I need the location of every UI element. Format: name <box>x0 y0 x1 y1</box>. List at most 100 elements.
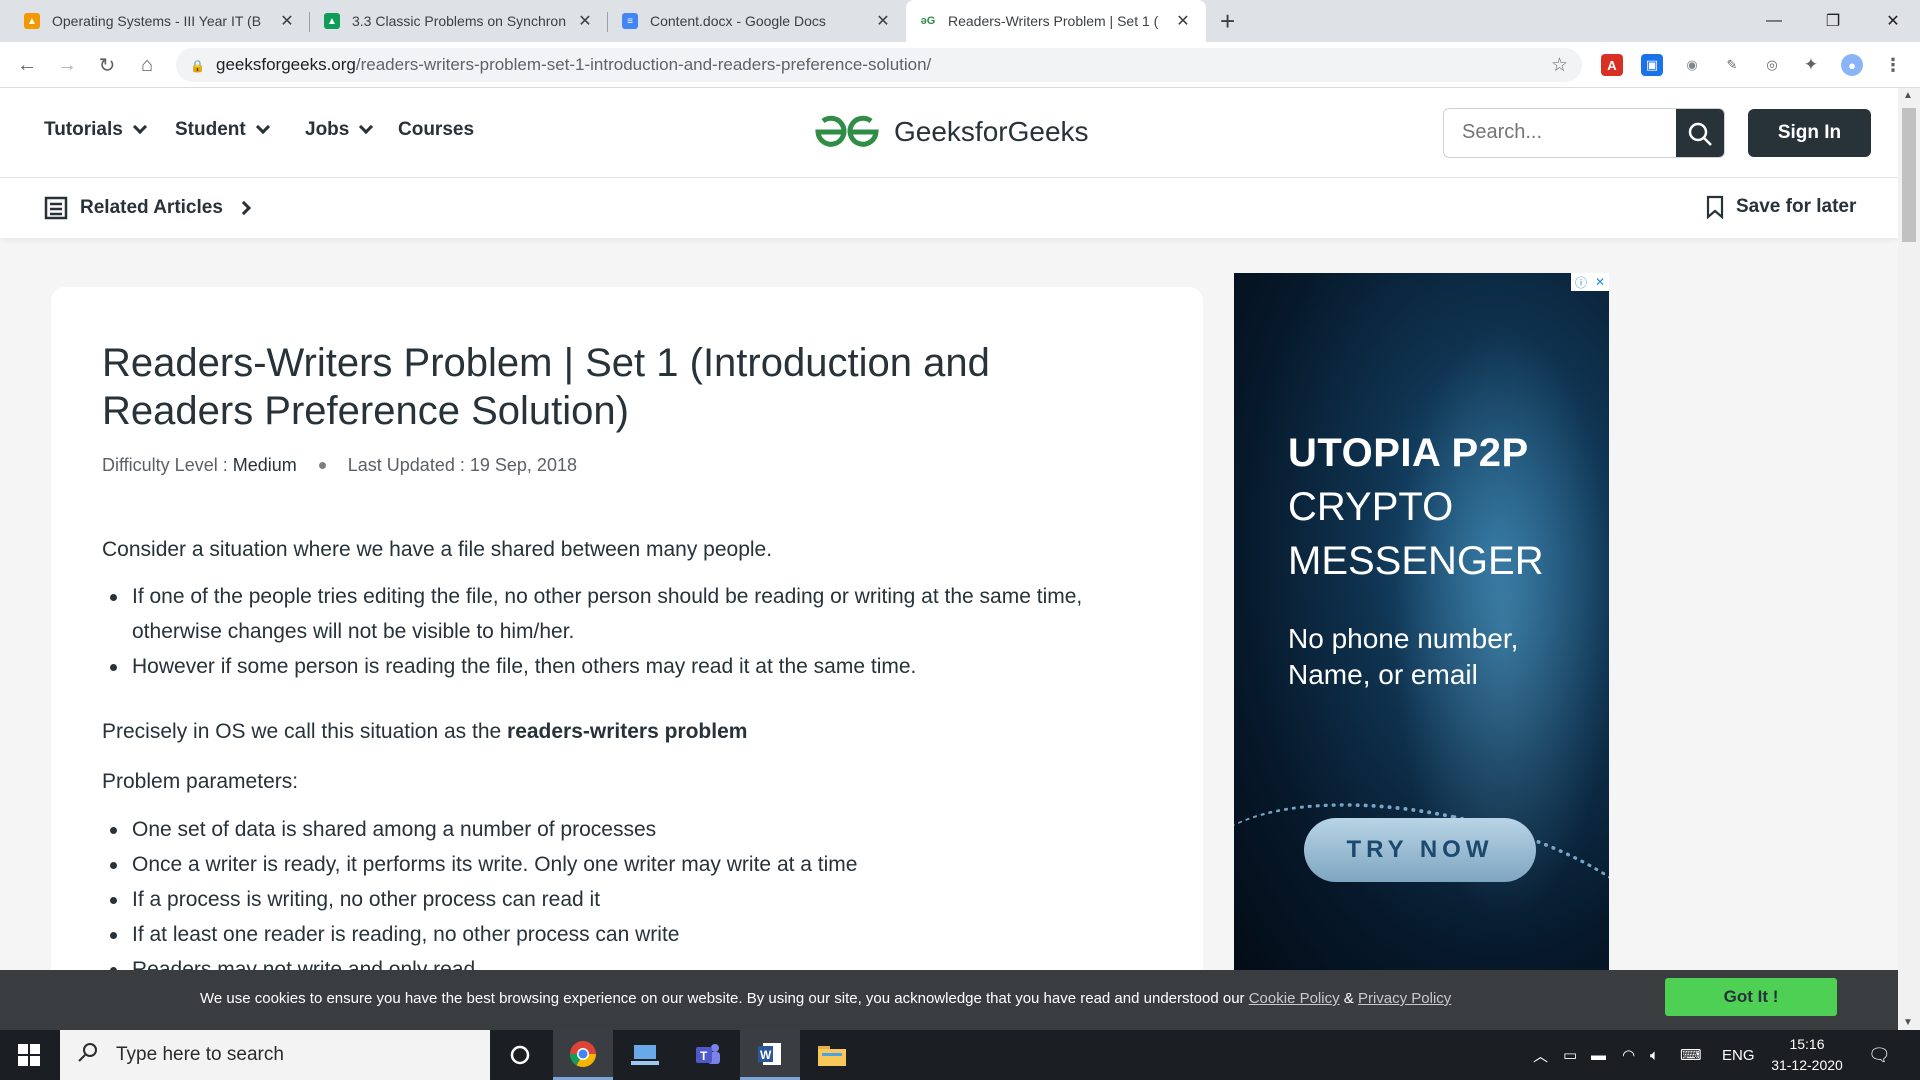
menu-kebab-icon[interactable]: ⋮ <box>1882 54 1904 76</box>
close-icon[interactable]: ✕ <box>1174 11 1192 31</box>
cookie-message: We use cookies to ensure you have the be… <box>200 990 1451 1007</box>
browser-tab[interactable]: ≡ Content.docx - Google Docs ✕ <box>608 0 906 42</box>
address-bar[interactable]: 🔒 geeksforgeeks.org/readers-writers-prob… <box>176 48 1582 82</box>
accept-cookies-button[interactable]: Got It ! <box>1665 978 1837 1016</box>
difficulty-label: Difficulty Level : <box>102 455 228 475</box>
eyedropper-extension-icon[interactable]: ✎ <box>1721 54 1743 76</box>
ad-cta-button[interactable]: TRY NOW <box>1304 818 1536 882</box>
scroll-down-icon[interactable]: ▼ <box>1903 1017 1913 1028</box>
url-domain: geeksforgeeks.org <box>216 55 356 74</box>
signin-button[interactable]: Sign In <box>1748 109 1871 157</box>
browser-tab[interactable]: ▲ Operating Systems - III Year IT (B ✕ <box>10 0 310 42</box>
browser-tab-strip: ▲ Operating Systems - III Year IT (B ✕ ▲… <box>0 0 1920 42</box>
cookie-banner: We use cookies to ensure you have the be… <box>0 970 1898 1030</box>
taskbar-clock[interactable]: 15:16 31-12-2020 <box>1762 1034 1852 1076</box>
task-view-icon[interactable] <box>490 1030 550 1080</box>
wifi-icon[interactable]: ◠ <box>1622 1030 1635 1080</box>
tray-chevron-up-icon[interactable]: ︿ <box>1533 1030 1548 1080</box>
params-heading: Problem parameters: <box>102 770 299 793</box>
forward-icon[interactable]: → <box>52 50 82 80</box>
browser-tab[interactable]: ▲ 3.3 Classic Problems on Synchron ✕ <box>310 0 608 42</box>
search-input[interactable] <box>1462 121 1662 144</box>
taskbar-search[interactable]: Type here to search <box>60 1030 490 1080</box>
site-logo[interactable]: GeeksforGeeks <box>812 112 1089 152</box>
nav-jobs[interactable]: Jobs <box>305 119 374 141</box>
list-item: However if some person is reading the fi… <box>102 649 1162 684</box>
ad-subtext: No phone number, Name, or email <box>1288 623 1519 690</box>
save-for-later-button[interactable]: Save for later <box>1706 195 1856 219</box>
nav-tutorials[interactable]: Tutorials <box>44 119 147 141</box>
precisely-paragraph: Precisely in OS we call this situation a… <box>102 714 1162 749</box>
advertisement[interactable]: ⓘ ✕ UTOPIA P2P CRYPTO MESSENGER No phone … <box>1234 273 1609 970</box>
docs-icon: ≡ <box>622 13 638 29</box>
params-bullet-list: One set of data is shared among a number… <box>102 812 1162 987</box>
notifications-icon[interactable]: 🗨︎ <box>1868 1030 1891 1080</box>
remote-desktop-icon[interactable] <box>615 1030 675 1080</box>
ad-close-icon[interactable]: ✕ <box>1595 275 1605 289</box>
close-window-icon[interactable]: ✕ <box>1870 0 1916 42</box>
scrollbar-thumb[interactable] <box>1902 108 1916 242</box>
nav-label: Student <box>175 119 246 140</box>
file-explorer-icon[interactable] <box>802 1030 862 1080</box>
url-path: /readers-writers-problem-set-1-introduct… <box>355 55 932 74</box>
start-button[interactable] <box>0 1030 58 1080</box>
related-articles-button[interactable]: Related Articles <box>44 195 251 221</box>
site-header: Tutorials Student Jobs Courses GeeksforG… <box>0 88 1898 178</box>
new-tab-icon[interactable]: + <box>1220 6 1235 37</box>
gfg-logo-icon <box>815 115 879 147</box>
minimize-icon[interactable]: — <box>1751 0 1797 42</box>
cookie-text: We use cookies to ensure you have the be… <box>200 990 1249 1007</box>
paragraph-text: Precisely in OS we call this situation a… <box>102 720 508 743</box>
teams-icon[interactable]: T <box>678 1030 738 1080</box>
nav-courses[interactable]: Courses <box>398 119 474 141</box>
article-toolbar: Related Articles Save for later <box>0 178 1898 238</box>
chrome-taskbar-icon[interactable] <box>553 1030 613 1080</box>
scroll-up-icon[interactable]: ▲ <box>1903 90 1913 101</box>
list-item: If at least one reader is reading, no ot… <box>102 917 1162 952</box>
pdf-extension-icon[interactable]: A <box>1601 54 1623 76</box>
tab-title: 3.3 Classic Problems on Synchron <box>352 13 566 29</box>
reload-icon[interactable]: ↻ <box>92 50 122 80</box>
clock-date: 31-12-2020 <box>1771 1057 1843 1073</box>
close-icon[interactable]: ✕ <box>576 11 594 31</box>
gfg-icon: əG <box>920 15 936 27</box>
close-icon[interactable]: ✕ <box>278 11 296 31</box>
article-list-icon <box>44 196 68 220</box>
battery-icon[interactable]: ▬ <box>1591 1030 1606 1080</box>
close-icon[interactable]: ✕ <box>874 11 892 31</box>
extension-icon[interactable]: ◎ <box>1761 54 1783 76</box>
site-search <box>1443 108 1725 158</box>
updated-value: 19 Sep, 2018 <box>469 455 577 475</box>
article-card: Readers-Writers Problem | Set 1 (Introdu… <box>51 287 1203 1007</box>
search-button[interactable] <box>1676 109 1724 157</box>
ad-badge[interactable]: ⓘ ✕ <box>1571 273 1609 291</box>
volume-icon[interactable]: 🔈︎ <box>1650 1030 1659 1080</box>
privacy-policy-link[interactable]: Privacy Policy <box>1358 990 1451 1007</box>
camera-extension-icon[interactable]: ◉ <box>1681 54 1703 76</box>
chevron-down-icon <box>359 119 374 135</box>
nav-label: Tutorials <box>44 119 123 140</box>
meet-now-icon[interactable]: ▭ <box>1563 1030 1577 1080</box>
bold-term: readers-writers problem <box>507 720 748 743</box>
screen-extension-icon[interactable]: ▣ <box>1641 54 1663 76</box>
bookmark-star-icon[interactable]: ☆ <box>1551 54 1568 77</box>
cookie-policy-link[interactable]: Cookie Policy <box>1249 990 1340 1007</box>
profile-avatar[interactable]: ● <box>1841 54 1863 76</box>
puzzle-extensions-icon[interactable]: ✦ <box>1800 54 1822 76</box>
nav-student[interactable]: Student <box>175 119 270 141</box>
language-indicator[interactable]: ENG <box>1722 1030 1755 1080</box>
list-item: One set of data is shared among a number… <box>102 812 1162 847</box>
difficulty-value: Medium <box>232 455 297 475</box>
back-icon[interactable]: ← <box>12 50 42 80</box>
page-scrollbar[interactable]: ▲ ▼ <box>1898 88 1920 1030</box>
meta-separator-dot <box>318 462 326 469</box>
ad-info-icon[interactable]: ⓘ <box>1575 274 1587 291</box>
word-icon[interactable]: W <box>740 1030 800 1080</box>
maximize-icon[interactable]: ❐ <box>1810 0 1856 42</box>
svg-text:T: T <box>700 1049 708 1063</box>
browser-tab-active[interactable]: əG Readers-Writers Problem | Set 1 ( ✕ <box>906 0 1206 42</box>
chevron-down-icon <box>132 119 147 135</box>
related-articles-label: Related Articles <box>80 197 223 218</box>
keyboard-icon[interactable]: ⌨ <box>1680 1030 1702 1080</box>
home-icon[interactable]: ⌂ <box>132 50 162 80</box>
